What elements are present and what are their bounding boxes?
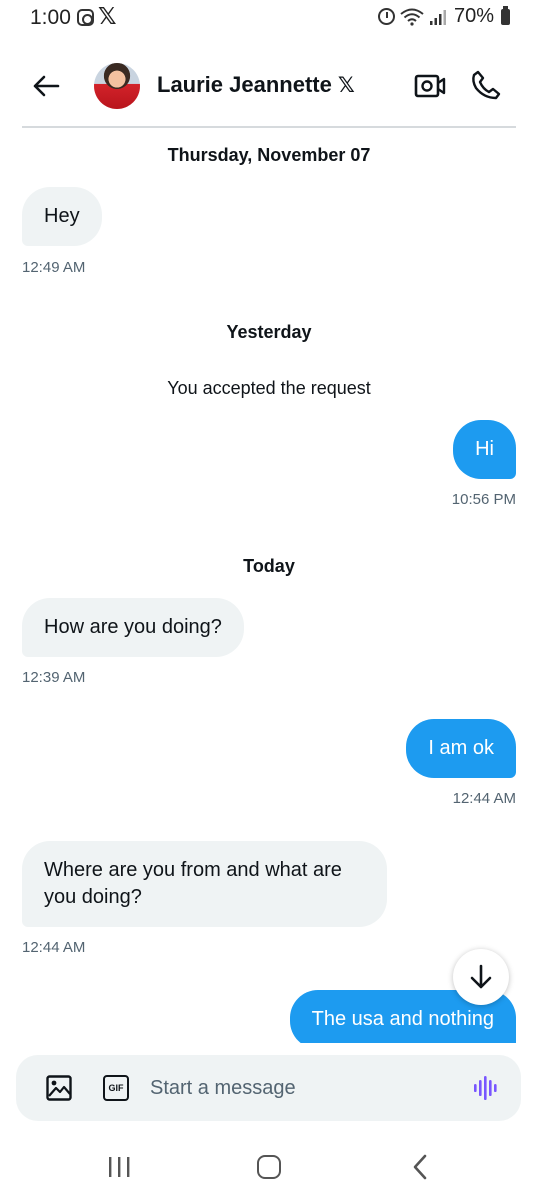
contact-name-text: Laurie Jeannette [157,72,332,97]
message-bubble-incoming[interactable]: Hey [22,187,102,246]
message-timestamp: 10:56 PM [451,491,516,508]
x-badge-icon: 𝕏 [337,73,355,97]
message-bubble-outgoing[interactable]: Hi [453,420,516,479]
battery-percent: 70% [453,5,494,27]
status-icons: 70% [377,5,510,28]
system-navigation-bar [0,1130,538,1200]
status-time: 1:00 [30,6,71,29]
home-icon[interactable] [257,1155,281,1179]
image-icon[interactable] [46,1075,72,1101]
nav-back-icon[interactable] [410,1154,430,1180]
message-timestamp: 12:44 AM [452,790,516,807]
conversation-header: Laurie Jeannette 𝕏 [0,48,538,126]
message-composer: GIF [16,1055,521,1121]
system-message: You accepted the request [167,378,371,398]
message-bubble-incoming[interactable]: How are you doing? [22,598,244,657]
video-call-icon[interactable] [414,71,446,101]
instagram-icon [77,9,94,26]
scroll-to-bottom-button[interactable] [453,949,509,1005]
message-bubble-incoming[interactable]: Where are you from and what are you doin… [22,841,387,927]
back-arrow-icon[interactable] [30,70,62,102]
avatar[interactable] [94,63,140,109]
battery-icon [501,5,510,25]
recents-icon[interactable] [107,1156,131,1178]
date-separator: Yesterday [226,322,312,342]
voice-message-icon[interactable] [472,1074,500,1102]
message-timestamp: 12:49 AM [22,259,86,276]
alarm-icon [377,8,395,25]
message-timestamp: 12:39 AM [22,669,86,686]
arrow-down-icon [470,964,492,989]
status-bar: 1:00 𝕏 70% [0,0,538,36]
wifi-icon [400,8,424,26]
message-input[interactable] [150,1072,450,1104]
gif-button[interactable]: GIF [103,1075,129,1101]
contact-name[interactable]: Laurie Jeannette 𝕏 [157,72,355,98]
message-list[interactable]: Thursday, November 07 Hey 12:49 AM Yeste… [0,128,538,1043]
signal-icon [429,9,446,25]
message-timestamp: 12:44 AM [22,939,86,956]
date-separator: Thursday, November 07 [167,145,371,165]
date-separator: Today [243,556,295,576]
phone-call-icon[interactable] [470,69,502,101]
message-bubble-outgoing[interactable]: I am ok [406,719,516,778]
x-logo-icon: 𝕏 [98,3,117,29]
